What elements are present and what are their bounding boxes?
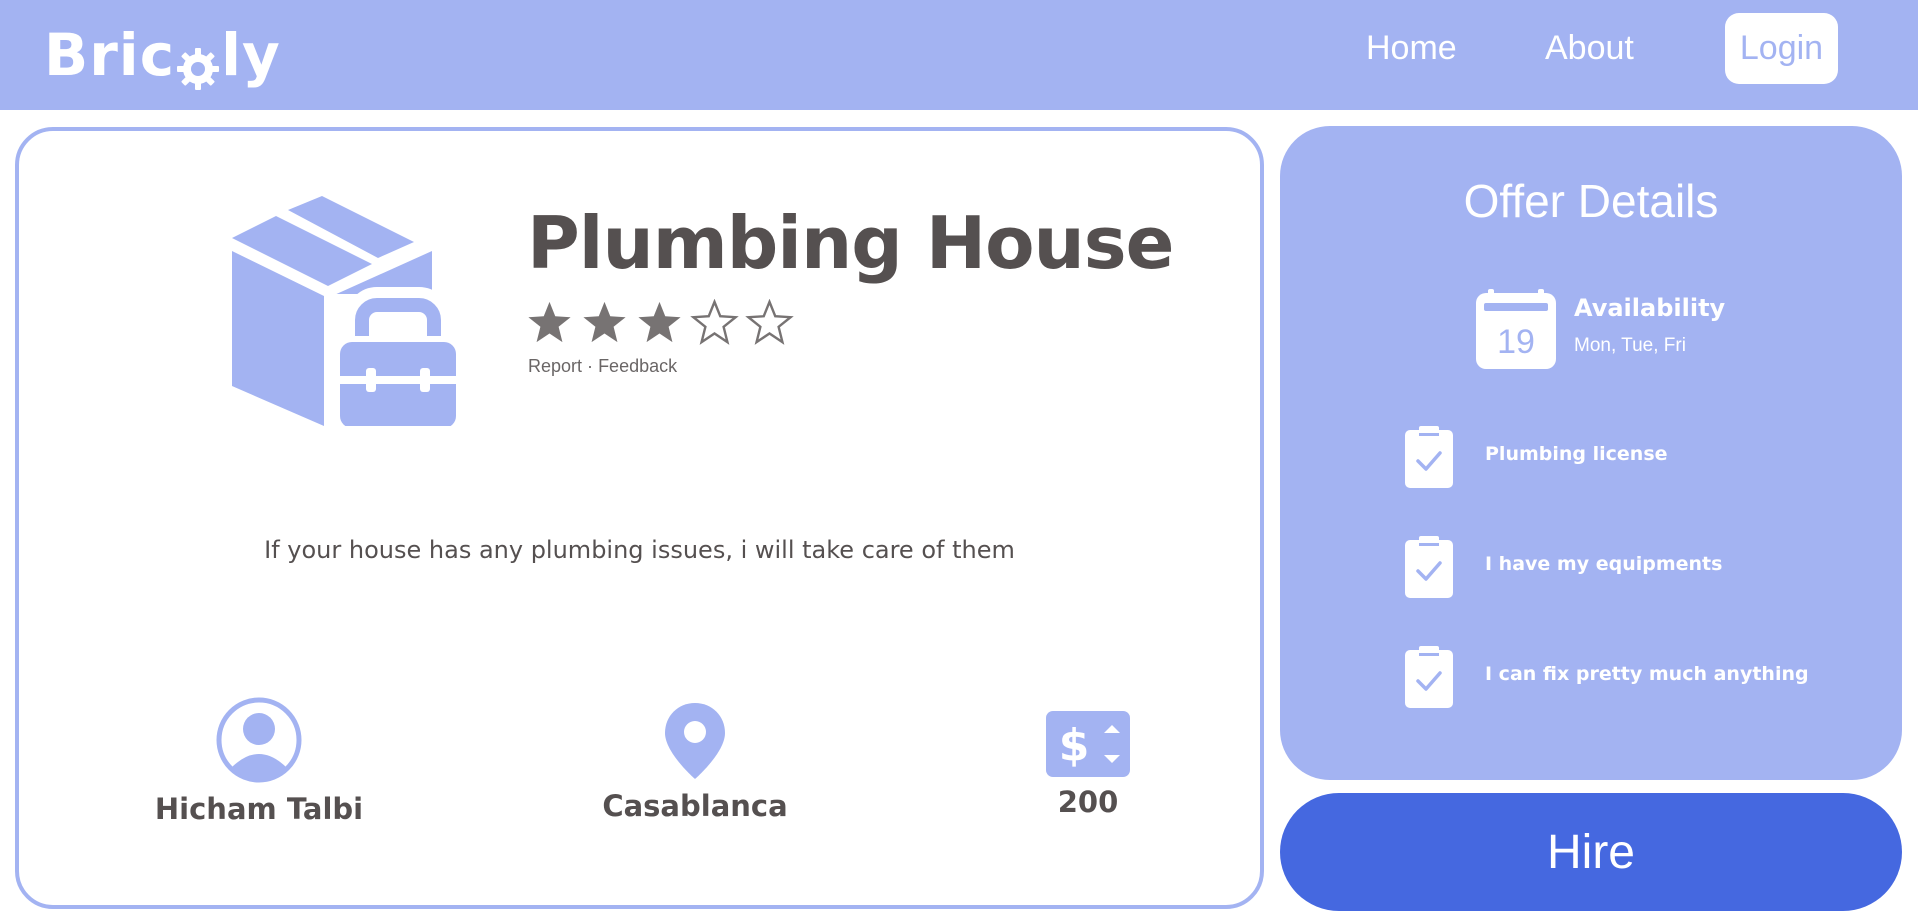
- separator: ·: [587, 356, 594, 376]
- requirement-label: I can fix pretty much anything: [1485, 663, 1809, 685]
- service-card: Plumbing House Report · Feedback If your…: [15, 127, 1264, 909]
- logo[interactable]: Bric ly: [44, 21, 281, 90]
- user-avatar-icon: [216, 697, 302, 783]
- nav-about-link[interactable]: About: [1545, 26, 1634, 70]
- availability-days: Mon, Tue, Fri: [1574, 335, 1686, 356]
- report-feedback-links: Report · Feedback: [528, 356, 677, 377]
- clipboard-check-icon: [1405, 646, 1453, 708]
- star-outline-icon: [690, 299, 739, 345]
- clipboard-check-icon: [1405, 536, 1453, 598]
- availability-label: Availability: [1574, 294, 1726, 322]
- clipboard-check-icon: [1405, 426, 1453, 488]
- feedback-link[interactable]: Feedback: [598, 356, 677, 376]
- star-outline-icon: [745, 299, 794, 345]
- gear-icon: [176, 37, 220, 90]
- rating-stars: [525, 299, 794, 345]
- price-info: $ 200: [938, 711, 1238, 819]
- price-value: 200: [1057, 785, 1119, 819]
- hire-button[interactable]: Hire: [1280, 793, 1902, 911]
- report-link[interactable]: Report: [528, 356, 582, 376]
- city-name: Casablanca: [602, 789, 788, 823]
- offer-details-panel: Offer Details 19 Availability Mon, Tue, …: [1280, 126, 1902, 780]
- map-pin-icon: [665, 703, 725, 779]
- requirement-label: Plumbing license: [1485, 443, 1668, 465]
- offer-title: Offer Details: [1463, 175, 1719, 227]
- price-dollar-icon: $: [1046, 711, 1130, 777]
- provider-name: Hicham Talbi: [154, 792, 364, 826]
- login-button[interactable]: Login: [1725, 13, 1838, 84]
- logo-text-end: ly: [221, 21, 281, 89]
- star-filled-icon: [528, 301, 571, 343]
- svg-text:$: $: [1059, 720, 1090, 771]
- star-filled-icon: [638, 301, 681, 343]
- provider-info: Hicham Talbi: [109, 696, 409, 826]
- calendar-icon: 19: [1476, 289, 1556, 369]
- service-description: If your house has any plumbing issues, i…: [264, 536, 1015, 564]
- calendar-day: 19: [1497, 323, 1535, 361]
- navbar: Bric ly Home About Login: [0, 0, 1918, 110]
- location-info: Casablanca: [545, 701, 845, 823]
- service-title: Plumbing House: [527, 201, 1174, 285]
- box-toolbox-icon: [214, 186, 474, 434]
- requirement-label: I have my equipments: [1485, 553, 1723, 575]
- nav-home-link[interactable]: Home: [1366, 26, 1457, 70]
- star-filled-icon: [583, 301, 626, 343]
- logo-text-start: Bric: [44, 21, 176, 89]
